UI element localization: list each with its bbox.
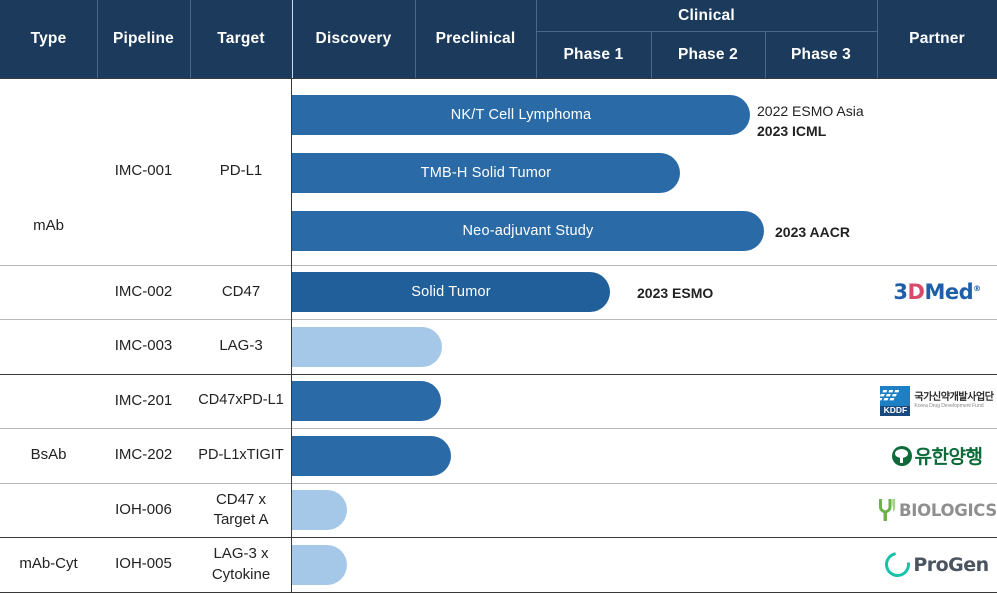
program-bar-nkt-cell-lymphoma[interactable]: NK/T Cell Lymphoma (292, 95, 750, 135)
header-divider (536, 31, 877, 32)
kddf-mark-icon: KDDF (880, 386, 910, 416)
header-cell-target: Target (190, 0, 292, 78)
header-cell-discovery: Discovery (292, 0, 415, 78)
yuhan-korean-name: 유한양행 (915, 442, 983, 469)
target-cell-imc-003: LAG-3 (190, 319, 292, 374)
ybiologics-wordmark: BIOLOGICS (899, 501, 997, 520)
pipeline-cell-imc-201: IMC-201 (97, 374, 190, 428)
type-cell-mab: mAb (0, 78, 97, 374)
partner-logo-3dmed: 3DMed® (877, 265, 997, 319)
program-bar-neo-adjuvant-study[interactable]: Neo-adjuvant Study (292, 211, 764, 251)
pipeline-cell-imc-202: IMC-202 (97, 428, 190, 483)
header-cell-phase-1: Phase 1 (536, 31, 651, 78)
annotation-line-bold: 2023 ICML (757, 121, 864, 141)
3dmed-wordmark: 3DMed® (893, 280, 980, 304)
header-divider (292, 0, 293, 78)
header-cell-preclinical: Preclinical (415, 0, 536, 78)
target-cell-imc-202: PD-L1xTIGIT (190, 428, 292, 483)
header-cell-type: Type (0, 0, 97, 78)
logo-part-med: Med (924, 280, 973, 304)
header-cell-pipeline: Pipeline (97, 0, 190, 78)
program-bar-ioh-005[interactable] (292, 545, 347, 585)
antibody-y-icon (877, 498, 897, 522)
tree-trunk-icon (900, 455, 903, 463)
header-divider (877, 0, 878, 78)
header-cell-partner: Partner (877, 0, 997, 78)
annotation-line: 2022 ESMO Asia (757, 101, 864, 121)
yuhan-lockup: 유한양행 (892, 442, 983, 469)
pipeline-chart: Type Pipeline Target Discovery Preclinic… (0, 0, 997, 597)
table-header: Type Pipeline Target Discovery Preclinic… (0, 0, 997, 78)
kddf-korean-name: 국가신약개발사업단 (914, 393, 993, 404)
program-bar-solid-tumor[interactable]: Solid Tumor (292, 272, 610, 312)
header-cell-clinical: Clinical (536, 0, 877, 31)
header-divider (190, 0, 191, 78)
header-divider (97, 0, 98, 78)
partner-logo-yuhan: 유한양행 (877, 428, 997, 483)
kddf-lockup: KDDF 국가신약개발사업단 Korea Drug Development Fu… (880, 386, 993, 416)
target-cell-imc-201: CD47xPD-L1 (190, 374, 292, 428)
row-divider (0, 592, 997, 593)
annotation-nkt-milestones: 2022 ESMO Asia 2023 ICML (757, 101, 864, 142)
partner-logo-progen: ProGen (877, 537, 997, 592)
annotation-solid-tumor-milestone: 2023 ESMO (637, 283, 713, 303)
header-divider (765, 31, 766, 78)
progen-wordmark: ProGen (913, 554, 988, 576)
pipeline-cell-ioh-005: IOH-005 (97, 537, 190, 592)
progen-ring-icon (880, 547, 915, 582)
program-bar-imc-003[interactable] (292, 327, 442, 367)
program-bar-tmb-h-solid-tumor[interactable]: TMB-H Solid Tumor (292, 153, 680, 193)
kddf-english-name: Korea Drug Development Fund (914, 404, 993, 409)
ybiologics-lockup: BIOLOGICS (877, 498, 997, 522)
partner-logo-kddf: KDDF 국가신약개발사업단 Korea Drug Development Fu… (877, 374, 997, 428)
partner-logo-y-biologics: BIOLOGICS (877, 483, 997, 537)
target-cell-ioh-006: CD47 x Target A (190, 483, 292, 537)
trademark-icon: ® (973, 284, 981, 293)
type-cell-mab-cyt: mAb-Cyt (0, 537, 97, 592)
logo-part-3: 3 (893, 280, 907, 304)
target-cell-imc-002: CD47 (190, 265, 292, 319)
pipeline-cell-imc-003: IMC-003 (97, 319, 190, 374)
progen-lockup: ProGen (885, 552, 988, 577)
program-bar-ioh-006[interactable] (292, 490, 347, 530)
target-cell-imc-001: PD-L1 (190, 78, 292, 265)
header-divider (536, 0, 537, 78)
pipeline-cell-imc-001: IMC-001 (97, 78, 190, 265)
header-divider (651, 31, 652, 78)
pipeline-cell-imc-002: IMC-002 (97, 265, 190, 319)
header-cell-phase-2: Phase 2 (651, 31, 765, 78)
logo-part-d: D (908, 280, 925, 304)
header-cell-phase-3: Phase 3 (765, 31, 877, 78)
kddf-wave-icon (880, 388, 910, 406)
type-cell-bsab: BsAb (0, 374, 97, 537)
program-bar-imc-202[interactable] (292, 436, 451, 476)
kddf-abbr: KDDF (880, 406, 910, 416)
program-bar-imc-201[interactable] (292, 381, 441, 421)
header-divider (415, 0, 416, 78)
annotation-neo-adjuvant-milestone: 2023 AACR (775, 222, 850, 242)
kddf-text: 국가신약개발사업단 Korea Drug Development Fund (914, 393, 993, 409)
target-cell-ioh-005: LAG-3 x Cytokine (190, 537, 292, 592)
yuhan-tree-icon (892, 446, 912, 466)
pipeline-cell-ioh-006: IOH-006 (97, 483, 190, 537)
